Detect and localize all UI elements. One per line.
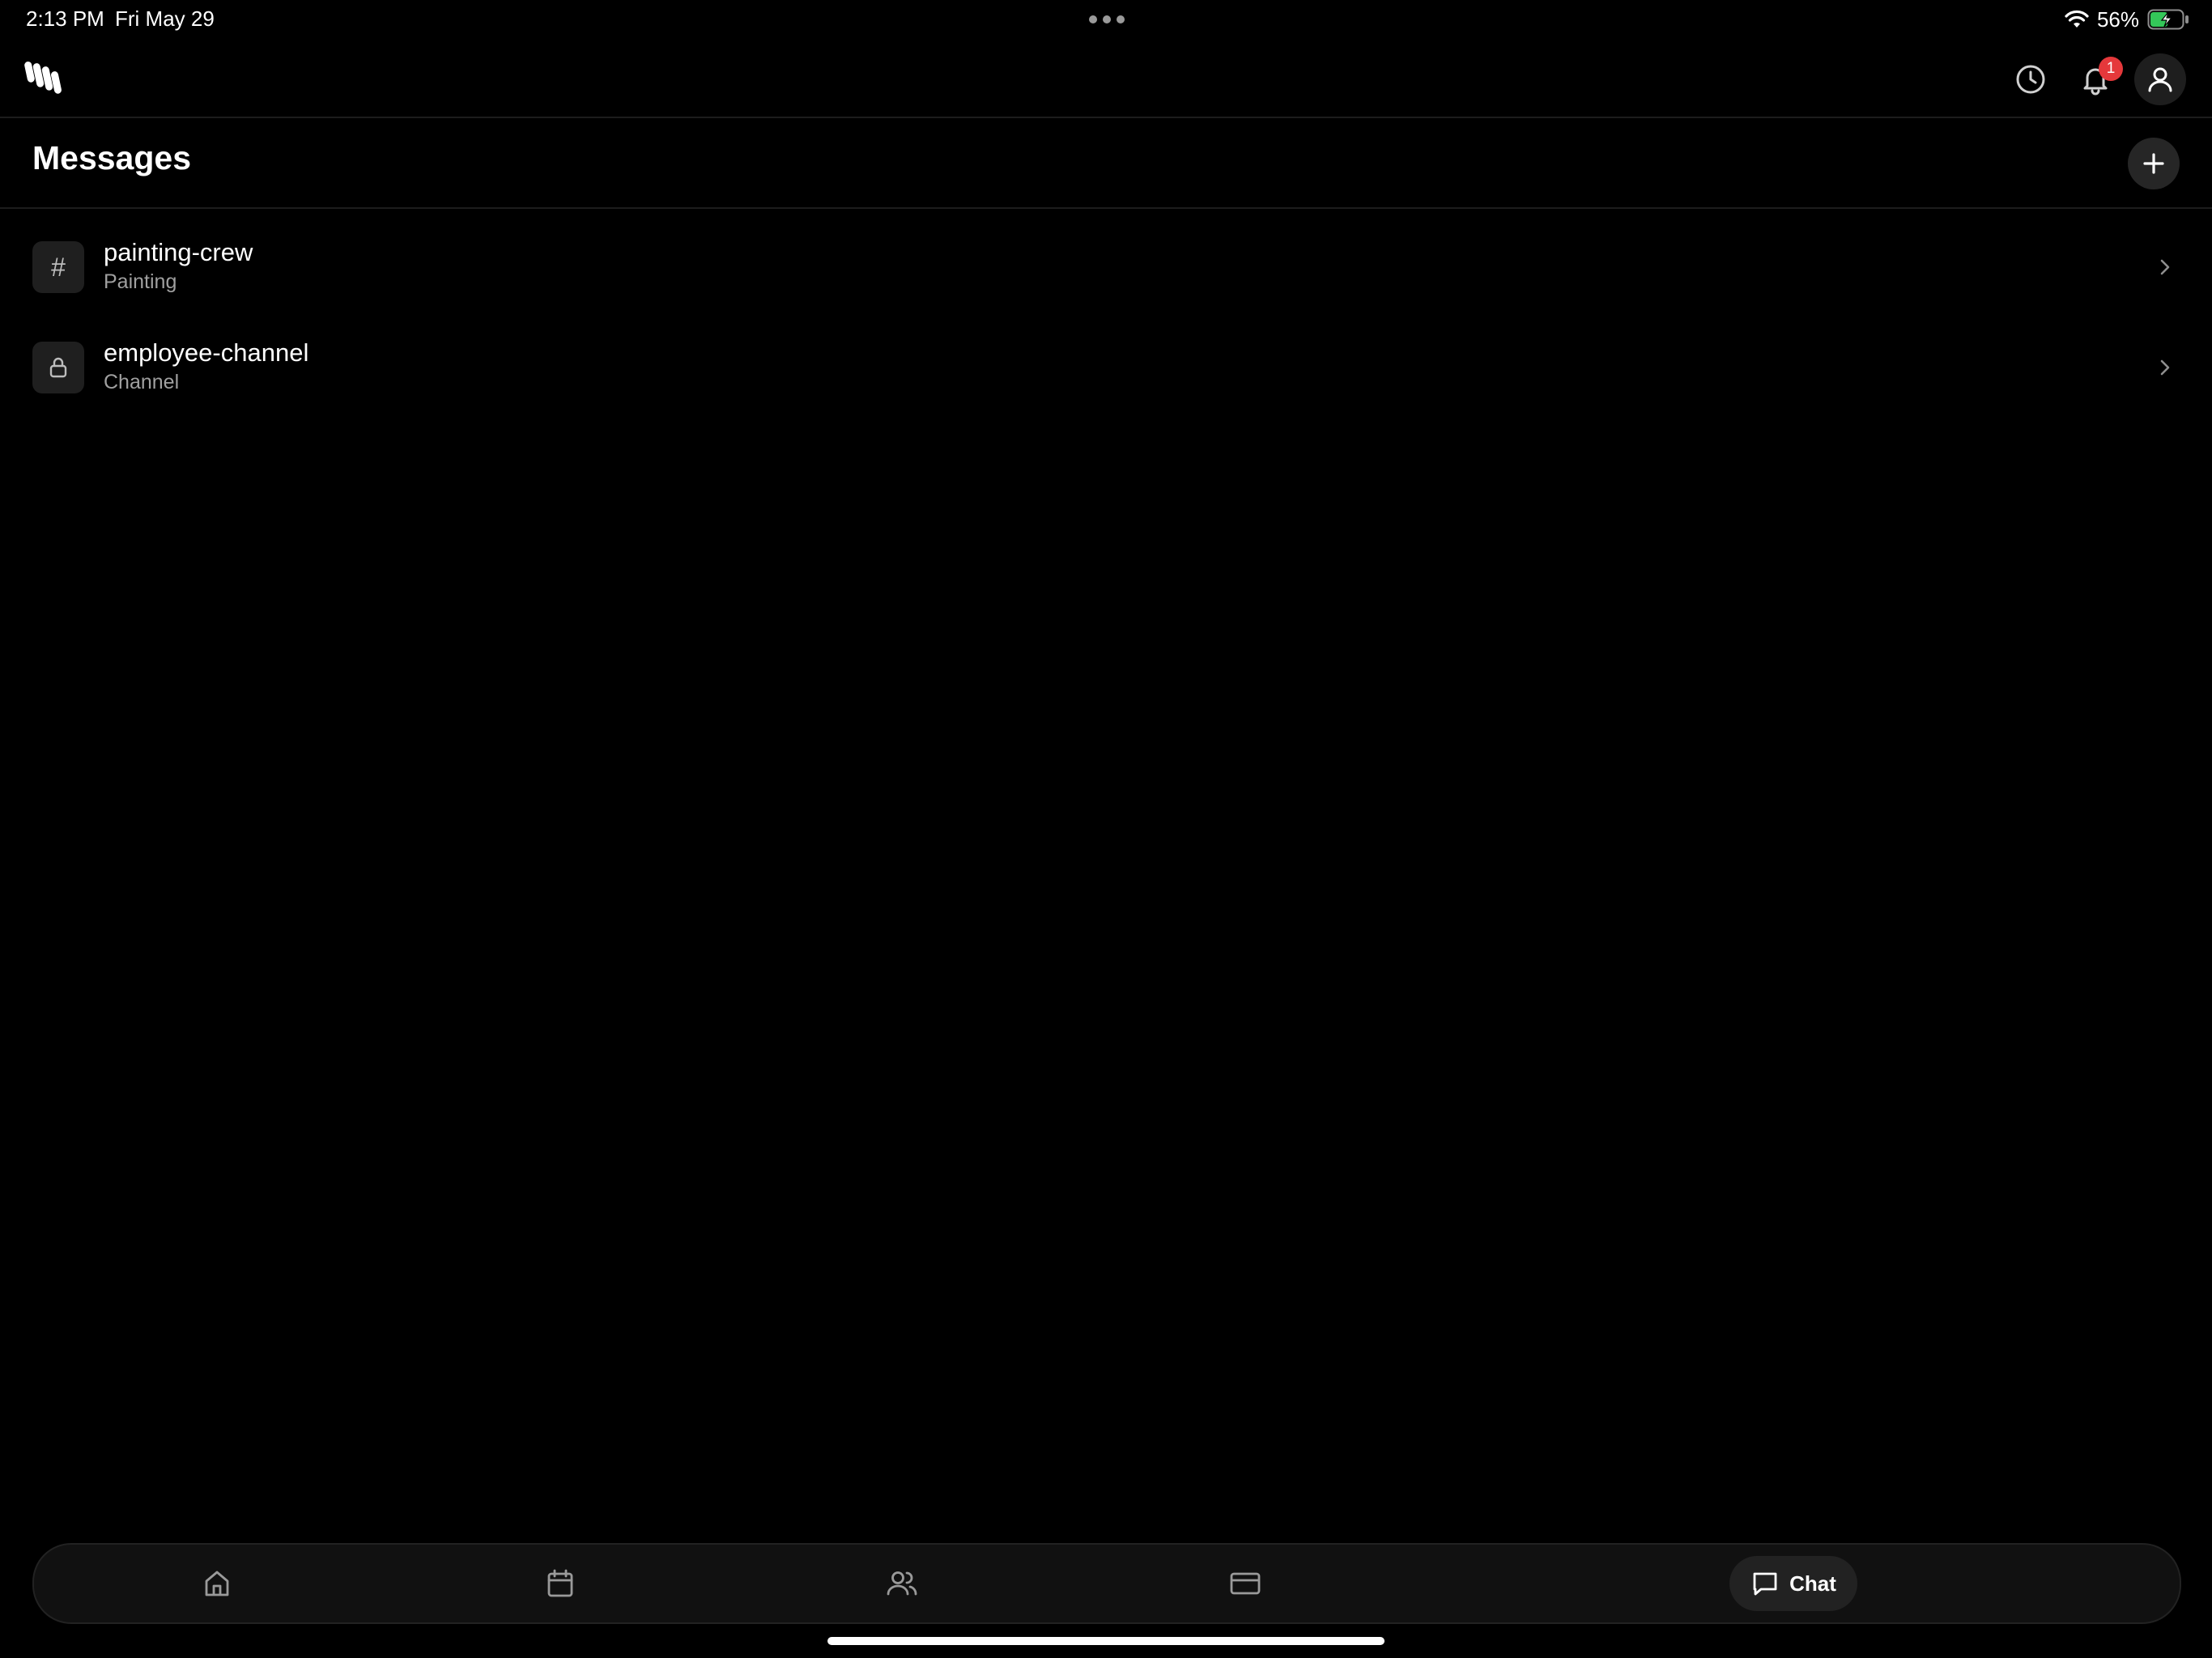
channel-subtitle: Painting: [104, 270, 177, 293]
new-message-button[interactable]: [2128, 138, 2180, 189]
screen: 2:13 PM Fri May 29 56% 1 Messages # pain…: [0, 0, 2212, 1658]
status-right: 56%: [2065, 5, 2189, 34]
user-icon: [2148, 67, 2172, 92]
channel-subtitle: Channel: [104, 371, 180, 393]
channel-list: # painting-crew Painting employee-channe…: [0, 219, 2212, 419]
chevron-right-icon: [2160, 359, 2170, 376]
channel-name: employee-channel: [104, 338, 309, 367]
notification-badge: 1: [2099, 57, 2123, 81]
chat-icon: [1753, 1572, 1777, 1596]
nav-people[interactable]: [874, 1556, 929, 1611]
nav-chat[interactable]: Chat: [1729, 1556, 1857, 1611]
clock-icon: [2016, 65, 2045, 94]
battery-percent: 56%: [2096, 6, 2139, 32]
lock-glyph: [49, 357, 67, 378]
lock-icon: [32, 342, 84, 393]
card-icon: [1230, 1572, 1261, 1595]
hash-icon: #: [32, 241, 84, 293]
nav-chat-label: Chat: [1789, 1571, 1836, 1596]
nav-calendar[interactable]: [533, 1556, 588, 1611]
home-icon: [205, 1571, 229, 1596]
app-logo-icon[interactable]: [24, 57, 65, 97]
status-date: Fri May 29: [115, 6, 215, 31]
bottom-nav: Chat: [32, 1543, 2181, 1624]
chevron-right-icon: [2160, 259, 2170, 275]
channel-item-employee-channel[interactable]: employee-channel Channel: [0, 319, 2212, 419]
status-bar: 2:13 PM Fri May 29 56%: [0, 0, 2212, 40]
home-indicator[interactable]: [827, 1637, 1385, 1645]
channel-name: painting-crew: [104, 238, 253, 266]
history-button[interactable]: [2005, 53, 2057, 105]
people-icon: [887, 1571, 917, 1596]
page-title: Messages: [32, 139, 192, 176]
calendar-icon: [547, 1569, 573, 1597]
profile-button[interactable]: [2134, 53, 2186, 105]
wifi-icon: [2065, 10, 2089, 28]
channel-item-painting-crew[interactable]: # painting-crew Painting: [0, 219, 2212, 319]
app-header: 1: [0, 40, 2212, 118]
plus-icon: [2143, 153, 2164, 174]
notifications-button[interactable]: 1: [2069, 53, 2123, 105]
multitasking-dots-icon[interactable]: [1088, 15, 1125, 24]
battery-icon: [2147, 9, 2189, 30]
nav-billing[interactable]: [1218, 1556, 1273, 1611]
messages-title-row: Messages: [0, 118, 2212, 209]
status-time: 2:13 PM: [26, 6, 104, 31]
nav-home[interactable]: [189, 1556, 245, 1611]
